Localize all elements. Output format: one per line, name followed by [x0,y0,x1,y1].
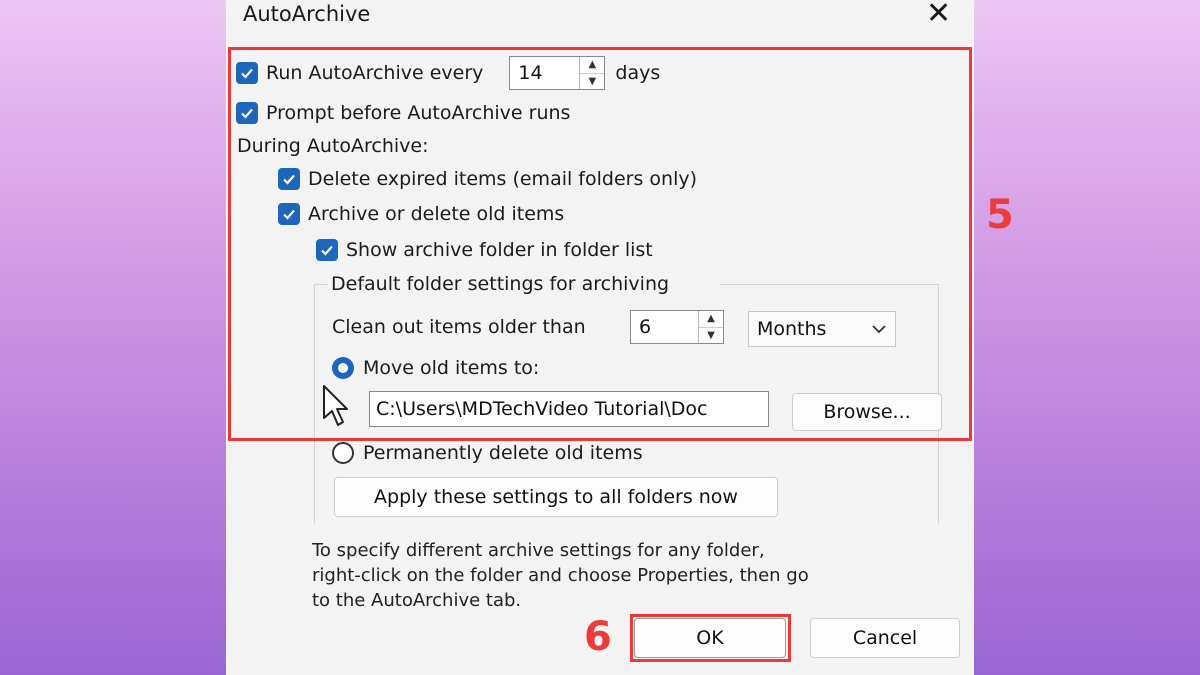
help-note-line: right-click on the folder and choose Pro… [312,565,809,586]
dialog-title: AutoArchive [243,2,371,26]
cancel-button[interactable]: Cancel [810,618,960,658]
apply-all-folders-button[interactable]: Apply these settings to all folders now [334,477,778,517]
help-note: To specify different archive settings fo… [312,538,932,613]
permanent-delete-row[interactable]: Permanently delete old items [332,438,643,468]
help-note-line: to the AutoArchive tab. [312,590,522,611]
permanent-delete-label: Permanently delete old items [363,442,643,464]
close-icon[interactable]: ✕ [926,0,951,30]
mouse-pointer-icon [323,385,348,426]
step-6-marker: 6 [584,614,612,660]
highlight-box-ok [630,614,791,662]
help-note-line: To specify different archive settings fo… [312,540,765,561]
step-5-marker: 5 [986,192,1014,238]
highlight-box-settings [228,47,972,441]
permanent-delete-radio[interactable] [332,442,354,464]
